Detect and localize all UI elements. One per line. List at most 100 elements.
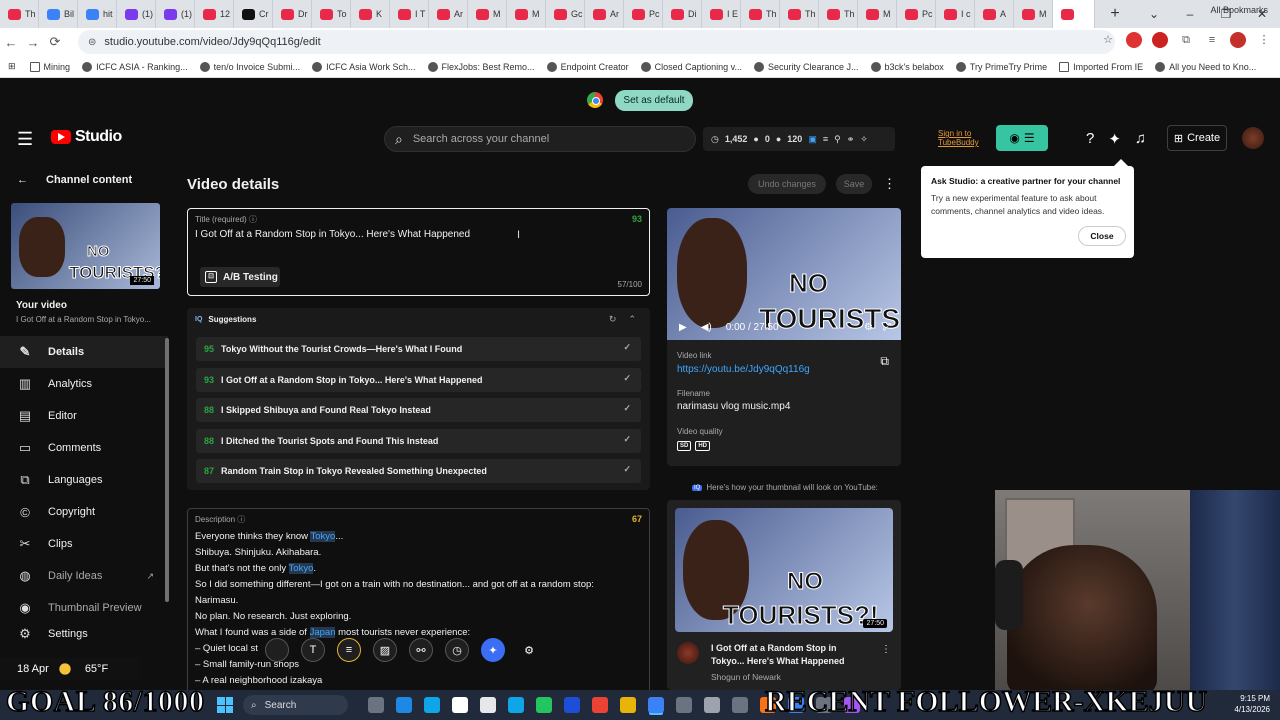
timer-icon[interactable]: ◷ [445, 638, 469, 662]
video-player[interactable]: NO TOURISTS?! ▶ ◀) 0:00 / 27:50 ⚙ ⤢ [667, 208, 901, 340]
browser-tab[interactable]: hit [78, 0, 117, 28]
browser-tab[interactable]: I T [390, 0, 429, 28]
tubebuddy-button[interactable]: ◉ ☰ [996, 125, 1048, 151]
title-input-value[interactable]: I Got Off at a Random Stop in Tokyo... H… [195, 229, 470, 240]
browser-tab[interactable]: Ar [585, 0, 624, 28]
taskbar-app-icon[interactable] [620, 697, 636, 713]
apply-check-icon[interactable]: ✓ [623, 403, 631, 414]
save-button[interactable]: Save [836, 174, 872, 194]
profile-icon[interactable] [1230, 32, 1246, 48]
more-options-icon[interactable]: ⋮ [883, 176, 896, 192]
search-input[interactable]: ⌕ Search across your channel [384, 126, 696, 152]
bookmark-item[interactable]: Try PrimeTry Prime [955, 61, 1047, 72]
tubebuddy-stats[interactable]: ◷ 1,452 ● 0 ● 120 ▣ ≡ ⚲ ⚭ ✧ [703, 127, 895, 151]
forward-arrow-icon[interactable]: → [22, 35, 44, 50]
help-icon[interactable]: ? [1086, 130, 1094, 148]
sidebar-item-analytics[interactable]: ▥ Analytics [0, 368, 168, 400]
taskbar-app-icon[interactable] [648, 697, 664, 713]
minimize-icon[interactable]: – [1172, 0, 1208, 28]
bookmark-item[interactable]: ten/o Invoice Submi... [199, 61, 300, 72]
suggestion-row[interactable]: 88 I Ditched the Tourist Spots and Found … [196, 428, 641, 453]
sidebar-item-copyright[interactable]: © Copyright [0, 496, 168, 528]
browser-tab[interactable]: Th [0, 0, 39, 28]
taskbar-app-icon[interactable] [480, 697, 496, 713]
tubebuddy-signin-link[interactable]: Sign in to TubeBuddy [938, 129, 988, 147]
browser-tab[interactable]: Pc [897, 0, 936, 28]
browser-tab[interactable]: Th [819, 0, 858, 28]
circle-icon[interactable] [265, 638, 289, 662]
apply-check-icon[interactable]: ✓ [623, 342, 631, 353]
tab-search-icon[interactable]: ⌄ [1136, 0, 1172, 28]
notifications-bell-icon[interactable]: ♫ [1135, 130, 1146, 148]
browser-tab[interactable]: Cr [234, 0, 273, 28]
taskbar-app-icon[interactable] [368, 697, 384, 713]
align-icon[interactable]: ≡ [337, 638, 361, 662]
sidebar-item-clips[interactable]: ✂ Clips [0, 528, 168, 560]
account-avatar[interactable] [1242, 127, 1264, 149]
popup-close-button[interactable]: Close [1078, 226, 1126, 246]
sidebar-item-details[interactable]: ✎ Details [0, 336, 168, 368]
video-link-anchor[interactable]: https://youtu.be/Jdy9qQq116g [677, 364, 810, 375]
bookmark-item[interactable]: Endpoint Creator [546, 61, 629, 72]
suggestion-row[interactable]: 87 Random Train Stop in Tokyo Revealed So… [196, 459, 641, 483]
apply-check-icon[interactable]: ✓ [623, 373, 631, 384]
bookmark-star-icon[interactable]: ☆ [1100, 32, 1116, 48]
browser-tab[interactable]: Di [663, 0, 702, 28]
sidebar-scrollbar[interactable] [165, 338, 169, 602]
preview-kebab-icon[interactable]: ⋮ [881, 644, 891, 655]
taskbar-app-icon[interactable] [592, 697, 608, 713]
browser-tab[interactable]: (1) [117, 0, 156, 28]
title-field[interactable]: Title (required) ⓘ 93 I Got Off at a Ran… [187, 208, 650, 296]
taskbar-app-icon[interactable] [508, 697, 524, 713]
back-arrow-icon[interactable]: ← [0, 35, 22, 50]
link-icon[interactable]: ⚭ [847, 134, 855, 145]
browser-tab[interactable]: Bil [39, 0, 78, 28]
extension-icon[interactable] [1152, 32, 1168, 48]
browser-tab[interactable]: A [975, 0, 1014, 28]
create-button[interactable]: ⊞ Create [1167, 125, 1227, 151]
suggestion-row[interactable]: 93 I Got Off at a Random Stop in Tokyo...… [196, 367, 641, 392]
hamburger-menu-icon[interactable]: ☰ [17, 129, 33, 150]
taskbar-search[interactable]: ⌕ Search [243, 695, 348, 715]
browser-tab[interactable]: Dr [273, 0, 312, 28]
bookmark-item[interactable]: All you Need to Kno... [1155, 61, 1256, 72]
apply-check-icon[interactable]: ✓ [623, 434, 631, 445]
ab-testing-button[interactable]: ⊡ A/B Testing [200, 267, 280, 287]
description-field[interactable]: Description ⓘ 67 Everyone thinks they kn… [187, 508, 650, 698]
play-icon[interactable]: ▶ [679, 322, 687, 333]
url-field[interactable]: ⊜ studio.youtube.com/video/Jdy9qQq116g/e… [78, 30, 1115, 54]
video-link[interactable]: https://youtu.be/Jdy9qQq116g [677, 364, 810, 375]
browser-tab[interactable]: 12 [195, 0, 234, 28]
set-as-default-button[interactable]: Set as default [615, 89, 693, 111]
browser-tab[interactable]: M [507, 0, 546, 28]
system-clock[interactable]: 9:15 PM 4/13/2026 [1234, 693, 1270, 715]
fullscreen-icon[interactable]: ⤢ [883, 322, 891, 333]
browser-tab[interactable]: I E [702, 0, 741, 28]
taskbar-app-icon[interactable] [564, 697, 580, 713]
volume-icon[interactable]: ◀) [701, 322, 712, 333]
bookmark-item[interactable]: Closed Captioning v... [640, 61, 742, 72]
weather-widget[interactable]: 18 Apr 65°F [0, 658, 140, 680]
tag-icon[interactable]: ⚲ [834, 134, 841, 145]
puzzle-icon[interactable]: ⧉ [1178, 32, 1194, 48]
taskbar-app-icon[interactable] [536, 697, 552, 713]
extension-icon[interactable] [1126, 32, 1142, 48]
browser-tab[interactable]: (1) [156, 0, 195, 28]
browser-tab[interactable] [1053, 0, 1095, 28]
browser-tab[interactable]: K [351, 0, 390, 28]
image-icon[interactable]: ▨ [373, 638, 397, 662]
channel-content-back-link[interactable]: ← Channel content [17, 174, 132, 186]
taskbar-app-icon[interactable] [704, 697, 720, 713]
browser-tab[interactable]: M [468, 0, 507, 28]
text-format-icon[interactable]: T [301, 638, 325, 662]
ask-studio-sparkle-icon[interactable]: ✦ [1108, 130, 1121, 148]
bookmark-item[interactable]: ICFC Asia Work Sch... [312, 61, 416, 72]
video-thumbnail[interactable]: NO TOURISTS?! 27:50 [11, 203, 160, 289]
description-text[interactable]: Everyone thinks they know Tokyo... Shibuy… [195, 529, 594, 689]
browser-tab[interactable]: Pc [624, 0, 663, 28]
taskbar-app-icon[interactable] [732, 697, 748, 713]
apply-check-icon[interactable]: ✓ [623, 464, 631, 475]
collapse-chevron-icon[interactable]: ⌃ [628, 314, 636, 325]
kebab-menu-icon[interactable]: ⋮ [1256, 32, 1272, 48]
site-info-icon[interactable]: ⊜ [88, 37, 96, 48]
